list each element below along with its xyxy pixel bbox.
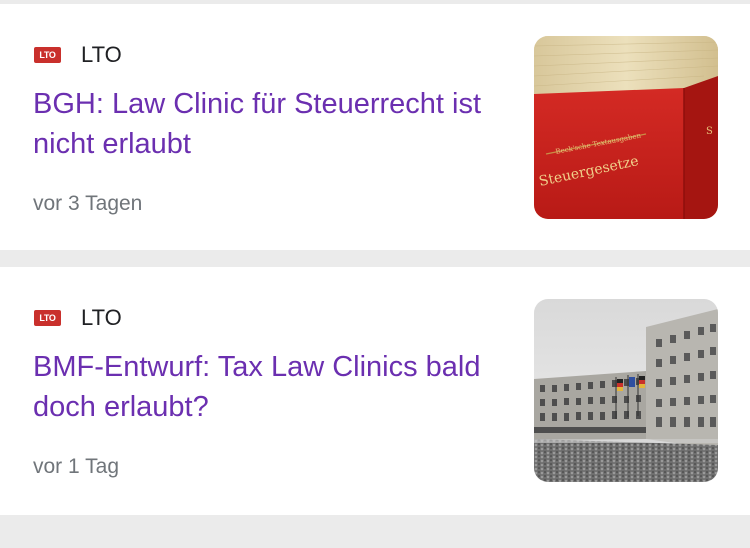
source-row: LTO LTO bbox=[34, 303, 122, 333]
source-row: LTO LTO bbox=[34, 40, 122, 70]
ministry-building-thumbnail[interactable] bbox=[534, 299, 718, 482]
article-timestamp: vor 1 Tag bbox=[33, 455, 119, 478]
source-logo-text: LTO bbox=[39, 50, 56, 60]
article-headline-link[interactable]: BGH: Law Clinic für Steuerrecht ist nich… bbox=[33, 84, 503, 164]
news-feed: LTO LTO BGH: Law Clinic für Steuerrecht … bbox=[0, 0, 750, 548]
source-name: LTO bbox=[81, 42, 122, 67]
news-card[interactable]: LTO LTO BMF-Entwurf: Tax Law Clinics bal… bbox=[0, 267, 750, 515]
source-logo-icon: LTO bbox=[34, 310, 61, 326]
article-timestamp: vor 3 Tagen bbox=[33, 192, 143, 215]
source-logo-text: LTO bbox=[39, 313, 56, 323]
source-logo-icon: LTO bbox=[34, 47, 61, 63]
news-card[interactable]: LTO LTO BGH: Law Clinic für Steuerrecht … bbox=[0, 4, 750, 250]
red-law-book-thumbnail[interactable]: Beck'sche Textausgaben Steuergesetze S bbox=[534, 36, 718, 219]
source-name: LTO bbox=[81, 305, 122, 330]
article-headline-link[interactable]: BMF-Entwurf: Tax Law Clinics bald doch e… bbox=[33, 347, 503, 427]
svg-text:S: S bbox=[706, 126, 713, 137]
